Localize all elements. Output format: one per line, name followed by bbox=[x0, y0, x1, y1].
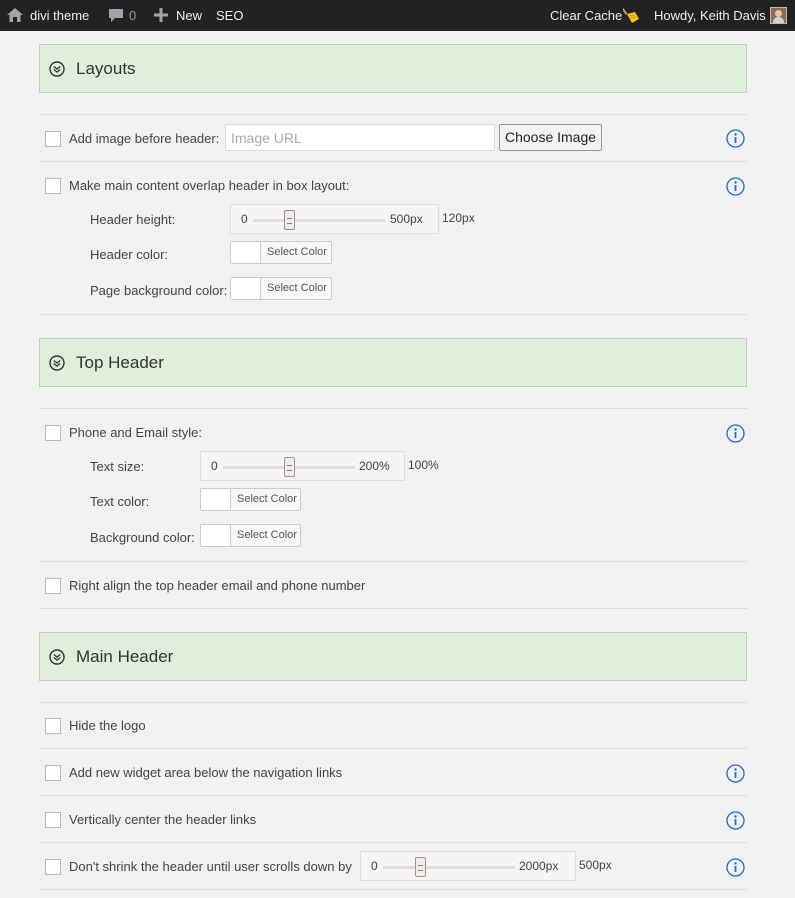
slider-track[interactable] bbox=[253, 219, 385, 222]
section-top-header[interactable]: Top Header bbox=[39, 338, 747, 387]
section-title: Top Header bbox=[76, 353, 164, 372]
slider-max-label: 2000px bbox=[519, 859, 559, 873]
broom-icon[interactable] bbox=[623, 7, 639, 23]
slider-handle[interactable] bbox=[415, 857, 426, 877]
overlap-checkbox[interactable] bbox=[45, 178, 61, 194]
divider bbox=[39, 842, 747, 843]
dont-shrink-label: Don't shrink the header until user scrol… bbox=[69, 859, 352, 874]
section-layouts[interactable]: Layouts bbox=[39, 44, 747, 93]
overlap-label: Make main content overlap header in box … bbox=[69, 178, 350, 193]
home-icon[interactable] bbox=[7, 8, 23, 22]
section-title: Layouts bbox=[76, 59, 136, 78]
background-color-picker[interactable]: Select Color bbox=[200, 524, 301, 547]
divider bbox=[39, 795, 747, 796]
select-color-button[interactable]: Select Color bbox=[237, 529, 297, 541]
header-height-slider[interactable]: 0 500px bbox=[230, 204, 439, 234]
header-height-value: 120px bbox=[442, 211, 475, 225]
text-size-label: Text size: bbox=[90, 459, 145, 474]
section-main-header[interactable]: Main Header bbox=[39, 632, 747, 681]
page-bg-color-picker[interactable]: Select Color bbox=[230, 277, 332, 300]
background-color-label: Background color: bbox=[90, 530, 195, 545]
text-color-label: Text color: bbox=[90, 494, 150, 509]
select-color-button[interactable]: Select Color bbox=[267, 246, 327, 258]
widget-area-label: Add new widget area below the navigation… bbox=[69, 765, 343, 780]
header-color-label: Header color: bbox=[90, 247, 169, 262]
slider-min-label: 0 bbox=[371, 859, 378, 873]
avatar[interactable] bbox=[770, 7, 787, 24]
choose-image-button[interactable]: Choose Image bbox=[499, 124, 602, 151]
vertical-center-checkbox[interactable] bbox=[45, 812, 61, 828]
divider bbox=[39, 608, 747, 609]
vertical-center-label: Vertically center the header links bbox=[69, 812, 257, 827]
info-icon[interactable] bbox=[726, 424, 745, 443]
comment-count[interactable]: 0 bbox=[129, 0, 136, 31]
add-image-checkbox[interactable] bbox=[45, 131, 61, 147]
divider bbox=[39, 889, 747, 890]
divider bbox=[39, 114, 747, 115]
howdy-user-link[interactable]: Howdy, Keith Davis bbox=[654, 0, 766, 31]
slider-max-label: 500px bbox=[390, 212, 423, 226]
divider bbox=[39, 161, 747, 162]
right-align-label: Right align the top header email and pho… bbox=[69, 578, 366, 593]
phone-email-checkbox[interactable] bbox=[45, 425, 61, 441]
right-align-checkbox[interactable] bbox=[45, 578, 61, 594]
slider-min-label: 0 bbox=[241, 212, 248, 226]
plus-icon[interactable] bbox=[154, 8, 168, 22]
color-swatch[interactable] bbox=[231, 278, 261, 299]
hide-logo-label: Hide the logo bbox=[69, 718, 146, 733]
divider bbox=[39, 748, 747, 749]
info-icon[interactable] bbox=[726, 129, 745, 148]
shrink-distance-value: 500px bbox=[579, 858, 612, 872]
divider bbox=[39, 702, 747, 703]
image-url-input[interactable] bbox=[225, 124, 495, 151]
page-bg-color-label: Page background color: bbox=[90, 283, 228, 298]
hide-logo-checkbox[interactable] bbox=[45, 718, 61, 734]
seo-menu-link[interactable]: SEO bbox=[216, 0, 243, 31]
site-name-link[interactable]: divi theme bbox=[30, 0, 89, 31]
header-color-picker[interactable]: Select Color bbox=[230, 241, 332, 264]
divider bbox=[39, 314, 747, 315]
color-swatch[interactable] bbox=[231, 242, 261, 263]
slider-max-label: 200% bbox=[359, 459, 390, 473]
widget-area-checkbox[interactable] bbox=[45, 765, 61, 781]
info-icon[interactable] bbox=[726, 764, 745, 783]
text-color-picker[interactable]: Select Color bbox=[200, 488, 301, 511]
select-color-button[interactable]: Select Color bbox=[237, 493, 297, 505]
divider bbox=[39, 408, 747, 409]
info-icon[interactable] bbox=[726, 858, 745, 877]
info-icon[interactable] bbox=[726, 177, 745, 196]
phone-email-label: Phone and Email style: bbox=[69, 425, 202, 440]
section-title: Main Header bbox=[76, 647, 174, 666]
shrink-distance-slider[interactable]: 0 2000px bbox=[360, 851, 576, 881]
comment-icon[interactable] bbox=[108, 9, 124, 22]
text-size-slider[interactable]: 0 200% bbox=[200, 451, 405, 481]
slider-handle[interactable] bbox=[284, 210, 295, 230]
slider-handle[interactable] bbox=[284, 457, 295, 477]
header-height-label: Header height: bbox=[90, 212, 176, 227]
slider-track[interactable] bbox=[383, 866, 515, 869]
slider-min-label: 0 bbox=[211, 459, 218, 473]
add-image-label: Add image before header: bbox=[69, 131, 220, 146]
text-size-value: 100% bbox=[408, 458, 439, 472]
chevron-down-icon[interactable] bbox=[49, 61, 65, 77]
admin-bar: divi theme 0 New SEO Clear Cache Howdy, … bbox=[0, 0, 795, 31]
color-swatch[interactable] bbox=[201, 489, 231, 510]
divider bbox=[39, 561, 747, 562]
select-color-button[interactable]: Select Color bbox=[267, 282, 327, 294]
new-menu-link[interactable]: New bbox=[176, 0, 202, 31]
dont-shrink-checkbox[interactable] bbox=[45, 859, 61, 875]
chevron-down-icon[interactable] bbox=[49, 355, 65, 371]
color-swatch[interactable] bbox=[201, 525, 231, 546]
clear-cache-link[interactable]: Clear Cache bbox=[550, 0, 622, 31]
info-icon[interactable] bbox=[726, 811, 745, 830]
chevron-down-icon[interactable] bbox=[49, 649, 65, 665]
